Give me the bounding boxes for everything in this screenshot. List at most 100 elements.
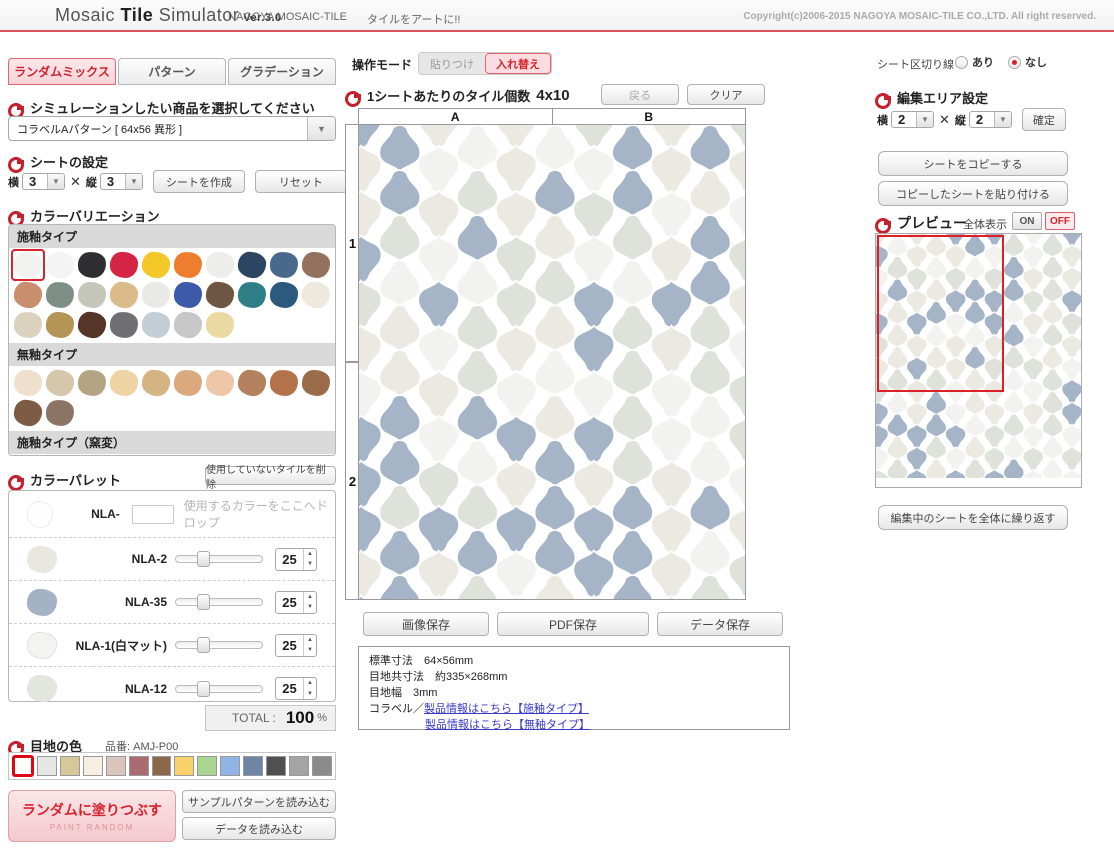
tile-swatch[interactable] — [78, 282, 106, 308]
color-variation-swatch[interactable] — [236, 368, 268, 398]
preview-mosaic[interactable] — [876, 234, 1081, 478]
tile-swatch[interactable] — [14, 370, 42, 396]
tile-swatch[interactable] — [142, 312, 170, 338]
spinner-up-icon[interactable]: ▲ — [304, 678, 316, 689]
color-variation-swatch[interactable] — [172, 250, 204, 280]
tile-swatch[interactable] — [14, 252, 42, 278]
tile-mosaic[interactable] — [359, 125, 746, 600]
tile-swatch[interactable] — [237, 281, 267, 309]
color-variation-swatch[interactable] — [108, 310, 140, 340]
radio-icon[interactable] — [955, 56, 968, 69]
color-variation-swatch[interactable] — [300, 250, 332, 280]
mode-paste-option[interactable]: 貼りつけ — [419, 53, 485, 74]
grout-color-swatch[interactable] — [83, 756, 103, 776]
color-variation-swatch[interactable] — [76, 310, 108, 340]
tile-swatch[interactable] — [77, 311, 107, 339]
edit-height-select[interactable]: 2▼ — [969, 111, 1012, 128]
color-variation-swatch[interactable] — [204, 368, 236, 398]
slider-handle[interactable] — [197, 594, 210, 610]
color-variation-swatch[interactable] — [204, 280, 236, 310]
tab-gradation[interactable]: グラデーション — [228, 58, 336, 85]
tile-swatch[interactable] — [269, 251, 299, 279]
ratio-spinner[interactable]: 25▲▼ — [275, 548, 317, 571]
ratio-spinner[interactable]: 25▲▼ — [275, 677, 317, 700]
tile-swatch[interactable] — [110, 370, 138, 396]
chevron-down-icon[interactable]: ▼ — [307, 117, 335, 140]
slider-handle[interactable] — [197, 637, 210, 653]
color-variation-swatch[interactable] — [12, 398, 44, 428]
slider-handle[interactable] — [197, 551, 210, 567]
grout-color-swatch[interactable] — [243, 756, 263, 776]
radio-icon[interactable] — [1008, 56, 1021, 69]
tile-swatch[interactable] — [302, 370, 330, 396]
tile-swatch[interactable] — [77, 369, 107, 397]
back-button[interactable]: 戻る — [601, 84, 679, 105]
tile-swatch[interactable] — [206, 252, 234, 278]
color-variation-swatch[interactable] — [300, 280, 332, 310]
slider-handle[interactable] — [197, 681, 210, 697]
spinner-up-icon[interactable]: ▲ — [304, 549, 316, 560]
divider-on-radio[interactable]: あり — [955, 54, 994, 70]
tile-swatch[interactable] — [13, 281, 43, 309]
tile-swatch[interactable] — [173, 251, 203, 279]
ratio-slider[interactable] — [175, 641, 263, 649]
tile-swatch[interactable] — [302, 252, 330, 278]
grout-color-swatch[interactable] — [220, 756, 240, 776]
paste-sheet-button[interactable]: コピーしたシートを貼り付ける — [878, 181, 1068, 206]
save-image-button[interactable]: 画像保存 — [363, 612, 489, 636]
tile-swatch[interactable] — [141, 251, 171, 279]
tile-swatch[interactable] — [109, 311, 139, 339]
tile-swatch[interactable] — [270, 282, 298, 308]
tile-swatch[interactable] — [13, 311, 43, 339]
ratio-spinner[interactable]: 25▲▼ — [275, 591, 317, 614]
save-pdf-button[interactable]: PDF保存 — [497, 612, 649, 636]
ratio-slider[interactable] — [175, 685, 263, 693]
tile-swatch[interactable] — [46, 312, 74, 338]
color-variation-swatch[interactable] — [204, 310, 236, 340]
color-variation-swatch[interactable] — [76, 250, 108, 280]
tile-swatch[interactable] — [109, 281, 139, 309]
spinner-down-icon[interactable]: ▼ — [304, 559, 316, 570]
product-info-link-unglazed[interactable]: 製品情報はこちら【無釉タイプ】 — [425, 719, 590, 731]
tile-swatch[interactable] — [141, 369, 171, 397]
ratio-slider[interactable] — [175, 555, 263, 563]
divider-off-radio[interactable]: なし — [1008, 54, 1047, 70]
color-variation-swatch[interactable] — [172, 310, 204, 340]
color-variation-swatch[interactable] — [108, 250, 140, 280]
spinner-up-icon[interactable]: ▲ — [304, 635, 316, 646]
preview-on-toggle[interactable]: ON — [1012, 212, 1042, 230]
clear-button[interactable]: クリア — [687, 84, 765, 105]
reset-button[interactable]: リセット — [255, 170, 347, 193]
tile-swatch[interactable] — [45, 399, 75, 427]
sheet-height-select[interactable]: 3▼ — [100, 173, 143, 190]
preview-box[interactable] — [875, 233, 1082, 488]
color-variation-swatch[interactable] — [12, 368, 44, 398]
tile-swatch[interactable] — [13, 399, 43, 427]
color-variation-swatch[interactable] — [236, 250, 268, 280]
palette-drop-row[interactable]: NLA- 使用するカラーをここへドロップ — [9, 491, 335, 538]
confirm-button[interactable]: 確定 — [1022, 108, 1066, 131]
grout-color-swatch[interactable] — [106, 756, 126, 776]
grout-color-swatch[interactable] — [312, 756, 332, 776]
tile-swatch[interactable] — [45, 251, 75, 279]
color-variation-swatch[interactable] — [140, 280, 172, 310]
repeat-sheet-button[interactable]: 編集中のシートを全体に繰り返す — [878, 505, 1068, 530]
tile-swatch[interactable] — [301, 281, 331, 309]
color-variation-swatch[interactable] — [44, 398, 76, 428]
color-variation-swatch[interactable] — [204, 250, 236, 280]
tile-swatch[interactable] — [110, 252, 138, 278]
grout-color-swatch[interactable] — [129, 756, 149, 776]
color-variation-swatch[interactable] — [44, 280, 76, 310]
tile-swatch[interactable] — [45, 369, 75, 397]
tab-pattern[interactable]: パターン — [118, 58, 226, 85]
save-data-button[interactable]: データ保存 — [657, 612, 783, 636]
create-sheet-button[interactable]: シートを作成 — [153, 170, 245, 193]
color-variation-swatch[interactable] — [268, 250, 300, 280]
grout-color-swatch[interactable] — [174, 756, 194, 776]
color-variation-swatch[interactable] — [236, 280, 268, 310]
color-variation-swatch[interactable] — [44, 368, 76, 398]
spinner-down-icon[interactable]: ▼ — [304, 689, 316, 700]
color-variation-swatch[interactable] — [300, 368, 332, 398]
spinner-down-icon[interactable]: ▼ — [304, 645, 316, 656]
color-variation-swatch[interactable] — [12, 310, 44, 340]
